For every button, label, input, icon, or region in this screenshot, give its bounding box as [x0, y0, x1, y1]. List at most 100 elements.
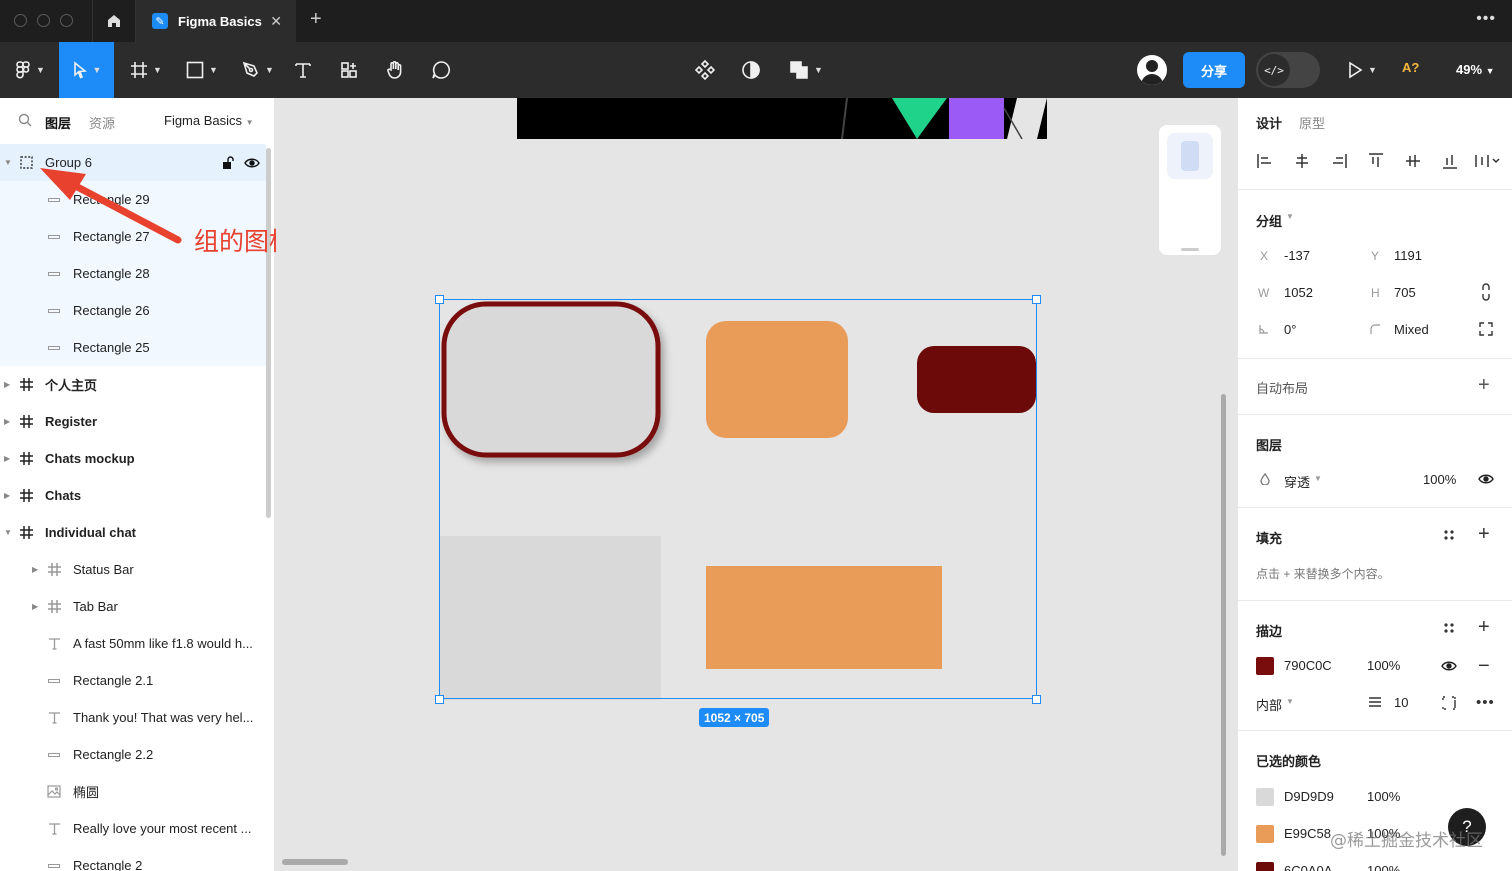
color-swatch[interactable] [1256, 862, 1274, 871]
new-tab-button[interactable]: + [310, 8, 322, 31]
align-bottom-icon[interactable] [1441, 152, 1459, 170]
present-button[interactable]: ▼ [1340, 42, 1384, 98]
color-hex[interactable]: 6C0A0A [1284, 863, 1332, 871]
layer-row[interactable]: ▶ 个人主页 [0, 366, 266, 403]
layer-row[interactable]: ▶ Chats mockup [0, 440, 266, 477]
file-tab[interactable]: ✎ Figma Basics ✕ [136, 0, 296, 42]
expand-right-icon[interactable]: ▶ [4, 380, 10, 389]
unlock-icon[interactable] [222, 155, 234, 170]
group-section-title[interactable]: 分组 [1256, 211, 1282, 230]
text-tool[interactable] [288, 42, 318, 98]
search-icon[interactable] [18, 113, 32, 130]
layer-row[interactable]: ▶ Tab Bar [0, 588, 266, 625]
resize-handle-bottom-right[interactable] [1032, 695, 1041, 704]
missing-fonts-button[interactable]: A? [1402, 60, 1419, 75]
corner-radius-input[interactable]: Mixed [1394, 322, 1429, 337]
stroke-color-hex[interactable]: 790C0C [1284, 658, 1332, 673]
stroke-weight-input[interactable]: 10 [1394, 695, 1408, 710]
layer-row[interactable]: Rectangle 2 [0, 847, 266, 871]
color-hex[interactable]: E99C58 [1284, 826, 1331, 841]
layer-row[interactable]: Rectangle 25 [0, 329, 266, 366]
frame-tool[interactable]: ▼ [124, 42, 168, 98]
blend-mode-select[interactable]: 穿透 [1284, 472, 1310, 491]
expand-down-icon[interactable]: ▼ [4, 158, 12, 167]
close-window-button[interactable] [14, 14, 27, 27]
remove-stroke-button[interactable]: − [1478, 655, 1490, 678]
layer-row[interactable]: ▶ Register [0, 403, 266, 440]
comment-tool[interactable] [426, 42, 456, 98]
layer-row[interactable]: ▼ Individual chat [0, 514, 266, 551]
layer-row[interactable]: Rectangle 2.2 [0, 736, 266, 773]
align-horizontal-center-icon[interactable] [1293, 152, 1311, 170]
layer-row[interactable]: 椭圆 [0, 773, 266, 810]
boolean-button[interactable]: ▼ [784, 42, 828, 98]
expand-down-icon[interactable]: ▼ [4, 528, 12, 537]
width-input[interactable]: 1052 [1284, 285, 1313, 300]
mask-button[interactable] [736, 42, 766, 98]
dev-mode-toggle[interactable]: </> [1256, 52, 1320, 88]
hand-tool[interactable] [380, 42, 410, 98]
shape-tool[interactable]: ▼ [180, 42, 224, 98]
tab-prototype[interactable]: 原型 [1299, 113, 1325, 132]
styles-icon[interactable] [1443, 622, 1455, 634]
resize-handle-top-right[interactable] [1032, 295, 1041, 304]
layer-row[interactable]: Really love your most recent ... [0, 810, 266, 847]
tab-layers[interactable]: 图层 [45, 113, 71, 132]
pen-tool[interactable]: ▼ [236, 42, 280, 98]
expand-right-icon[interactable]: ▶ [4, 491, 10, 500]
color-opacity[interactable]: 100% [1367, 863, 1400, 871]
stroke-opacity[interactable]: 100% [1367, 658, 1400, 673]
layer-row[interactable]: A fast 50mm like f1.8 would h... [0, 625, 266, 662]
layer-opacity-input[interactable]: 100% [1423, 472, 1456, 487]
color-swatch[interactable] [1256, 788, 1274, 806]
chevron-down-icon[interactable]: ▼ [1286, 697, 1294, 706]
user-avatar[interactable] [1137, 55, 1167, 85]
resize-handle-bottom-left[interactable] [435, 695, 444, 704]
layer-row[interactable]: Rectangle 28 [0, 255, 266, 292]
chevron-down-icon[interactable]: ▼ [1314, 474, 1322, 483]
layer-row[interactable]: ▶ Chats [0, 477, 266, 514]
layer-row[interactable]: Rectangle 26 [0, 292, 266, 329]
stroke-sides-icon[interactable] [1441, 695, 1457, 711]
add-auto-layout-button[interactable]: + [1478, 374, 1490, 397]
add-fill-button[interactable]: + [1478, 523, 1490, 546]
layers-scrollbar[interactable] [266, 148, 271, 518]
stroke-color-swatch[interactable] [1256, 657, 1274, 675]
stroke-position-select[interactable]: 内部 [1256, 695, 1282, 714]
layer-row[interactable]: Thank you! That was very hel... [0, 699, 266, 736]
x-input[interactable]: -137 [1284, 248, 1310, 263]
vertical-scrollbar[interactable] [1221, 394, 1226, 856]
color-swatch[interactable] [1256, 825, 1274, 843]
eye-icon[interactable] [244, 157, 260, 169]
minimize-window-button[interactable] [37, 14, 50, 27]
layer-row[interactable]: Rectangle 2.1 [0, 662, 266, 699]
expand-right-icon[interactable]: ▶ [4, 417, 10, 426]
canvas[interactable]: 1052 × 705 [276, 98, 1236, 871]
height-input[interactable]: 705 [1394, 285, 1416, 300]
page-selector[interactable]: Figma Basics ▼ [164, 113, 254, 128]
align-right-icon[interactable] [1330, 152, 1348, 170]
zoom-dropdown[interactable]: 49% ▼ [1456, 62, 1495, 77]
eye-icon[interactable] [1441, 660, 1457, 672]
distribute-icon[interactable] [1474, 152, 1500, 170]
color-opacity[interactable]: 100% [1367, 789, 1400, 804]
chevron-down-icon[interactable]: ▼ [1286, 212, 1294, 221]
color-hex[interactable]: D9D9D9 [1284, 789, 1334, 804]
expand-right-icon[interactable]: ▶ [4, 454, 10, 463]
share-button[interactable]: 分享 [1183, 52, 1245, 88]
independent-corners-icon[interactable] [1478, 321, 1494, 337]
layer-row[interactable]: ▶ Status Bar [0, 551, 266, 588]
y-input[interactable]: 1191 [1394, 248, 1422, 263]
horizontal-scrollbar[interactable] [282, 859, 348, 865]
resize-handle-top-left[interactable] [435, 295, 444, 304]
main-menu-button[interactable]: ▼ [8, 42, 52, 98]
home-button[interactable] [92, 0, 136, 42]
align-vertical-center-icon[interactable] [1404, 152, 1422, 170]
styles-icon[interactable] [1443, 529, 1455, 541]
component-button[interactable] [690, 42, 720, 98]
constrain-proportions-icon[interactable] [1480, 283, 1492, 301]
more-menu-button[interactable]: ••• [1476, 10, 1496, 28]
zoom-window-button[interactable] [60, 14, 73, 27]
selection-bounding-box[interactable] [439, 299, 1037, 699]
align-left-icon[interactable] [1256, 152, 1274, 170]
